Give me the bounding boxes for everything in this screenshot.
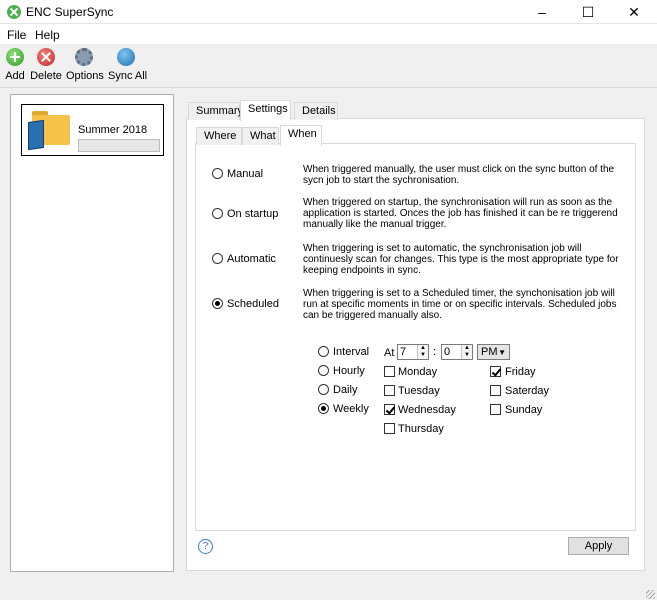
trigger-automatic-radio[interactable] xyxy=(212,253,223,264)
frequency-weekly-radio[interactable] xyxy=(318,403,329,414)
menu-help[interactable]: Help xyxy=(35,28,60,42)
trigger-startup-description: When triggered on startup, the synchroni… xyxy=(303,197,618,230)
job-list: Summer 2018 xyxy=(10,94,174,572)
ampm-value: PM xyxy=(481,346,498,358)
frequency-interval-radio[interactable] xyxy=(318,346,329,357)
day-thursday-label: Thursday xyxy=(398,423,444,435)
add-label: Add xyxy=(5,70,25,82)
hour-value: 7 xyxy=(400,346,407,358)
tab-details[interactable]: Details xyxy=(294,102,338,120)
hour-stepper[interactable]: 7 ▲ ▼ xyxy=(397,344,429,360)
day-saterday-checkbox[interactable] xyxy=(490,385,501,396)
add-button[interactable]: Add xyxy=(4,48,26,82)
sync-all-label: Sync All xyxy=(108,70,148,82)
frequency-weekly-label: Weekly xyxy=(333,403,369,415)
window-title: ENC SuperSync xyxy=(26,5,114,19)
delete-label: Delete xyxy=(30,70,62,82)
ampm-select[interactable]: PM ▼ xyxy=(477,344,510,360)
frequency-hourly-label: Hourly xyxy=(333,365,365,377)
trigger-automatic-label: Automatic xyxy=(227,253,276,265)
day-sunday-label: Sunday xyxy=(505,404,543,416)
at-label: At xyxy=(384,347,395,359)
tab-when[interactable]: When xyxy=(280,125,322,146)
delete-button[interactable]: Delete xyxy=(30,48,62,82)
job-item[interactable]: Summer 2018 xyxy=(21,104,164,156)
tab-what[interactable]: What xyxy=(242,127,279,145)
options-label: Options xyxy=(66,70,104,82)
day-monday-label: Monday xyxy=(398,366,438,378)
trigger-manual-description: When triggered manually, the user must c… xyxy=(303,164,615,186)
tab-summary[interactable]: Summary xyxy=(188,102,243,120)
time-separator: : xyxy=(433,346,437,358)
tab-settings[interactable]: Settings xyxy=(240,100,291,121)
frequency-daily-label: Daily xyxy=(333,384,358,396)
hour-arrows-icon[interactable]: ▲ ▼ xyxy=(417,345,428,359)
folder-icon xyxy=(26,111,72,151)
menu-file[interactable]: File xyxy=(7,28,26,42)
maximize-button[interactable]: ☐ xyxy=(565,0,611,24)
day-sunday-checkbox[interactable] xyxy=(490,404,501,415)
day-tuesday-checkbox[interactable] xyxy=(384,385,395,396)
minute-stepper[interactable]: 0 ▲ ▼ xyxy=(441,344,473,360)
title-bar: ENC SuperSync – ☐ ✕ xyxy=(0,0,657,24)
day-thursday-checkbox[interactable] xyxy=(384,423,395,434)
toolbar: Add Delete Options Sync All xyxy=(0,44,657,88)
resize-grip-icon[interactable] xyxy=(646,590,655,599)
close-button[interactable]: ✕ xyxy=(611,0,657,24)
job-progress-bar xyxy=(78,139,160,152)
trigger-scheduled-description: When triggering is set to a Scheduled ti… xyxy=(303,288,617,321)
trigger-scheduled-label: Scheduled xyxy=(227,298,279,310)
trigger-startup-radio[interactable] xyxy=(212,208,223,219)
add-icon xyxy=(6,48,24,66)
menu-bar: File Help xyxy=(0,24,657,44)
options-button[interactable]: Options xyxy=(66,48,104,82)
apply-button[interactable]: Apply xyxy=(568,537,629,555)
trigger-startup-label: On startup xyxy=(227,208,279,220)
day-monday-checkbox[interactable] xyxy=(384,366,395,377)
day-wednesday-label: Wednesday xyxy=(398,404,456,416)
frequency-hourly-radio[interactable] xyxy=(318,365,329,376)
frequency-daily-radio[interactable] xyxy=(318,384,329,395)
day-saterday-label: Saterday xyxy=(505,385,550,397)
day-friday-checkbox[interactable] xyxy=(490,366,501,377)
day-friday-label: Friday xyxy=(505,366,536,378)
job-name: Summer 2018 xyxy=(78,124,148,136)
minimize-button[interactable]: – xyxy=(519,0,565,24)
trigger-manual-label: Manual xyxy=(227,168,264,180)
minute-arrows-icon[interactable]: ▲ ▼ xyxy=(461,345,472,359)
day-wednesday-checkbox[interactable] xyxy=(384,404,395,415)
minute-value: 0 xyxy=(444,346,451,358)
day-tuesday-label: Tuesday xyxy=(398,385,440,397)
chevron-down-icon: ▼ xyxy=(498,348,506,357)
app-icon xyxy=(7,5,21,19)
sync-all-icon xyxy=(117,48,135,66)
options-icon xyxy=(75,48,93,66)
status-bar xyxy=(0,588,657,600)
sync-all-button[interactable]: Sync All xyxy=(108,48,148,82)
frequency-interval-label: Interval xyxy=(333,346,370,358)
trigger-scheduled-radio[interactable] xyxy=(212,298,223,309)
trigger-manual-radio[interactable] xyxy=(212,168,223,179)
trigger-automatic-description: When triggering is set to automatic, the… xyxy=(303,243,619,276)
tab-where[interactable]: Where xyxy=(196,127,242,145)
delete-icon xyxy=(37,48,55,66)
help-icon[interactable]: ? xyxy=(198,539,213,554)
